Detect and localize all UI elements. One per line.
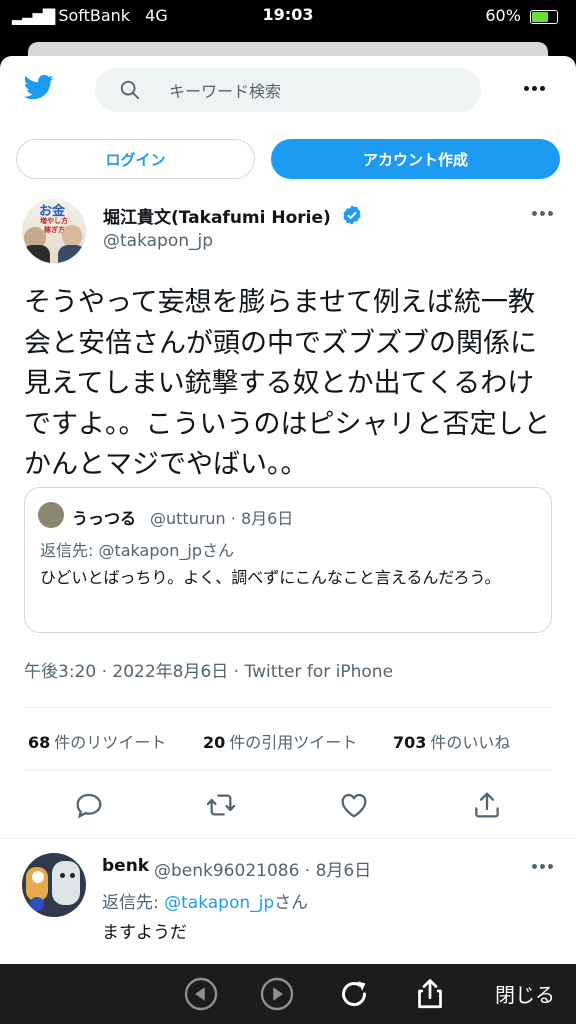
- forward-icon[interactable]: [259, 976, 295, 1012]
- reply-text: ますようだ: [102, 923, 187, 943]
- login-button[interactable]: ログイン: [16, 139, 255, 179]
- reply-mention-link[interactable]: @takapon_jp: [164, 893, 274, 913]
- like-icon[interactable]: [338, 789, 370, 821]
- status-bar: ▂▃▅▇ SoftBank 4G 19:03 60%: [0, 0, 576, 32]
- reply-icon[interactable]: [73, 789, 105, 821]
- author-name[interactable]: 堀江貴文(Takafumi Horie): [103, 203, 331, 228]
- quote-text: ひどいとばっちり。よく、調べずにこんなこと言えるんだろう。: [40, 568, 501, 587]
- quote-stat[interactable]: 20 件の引用ツイート: [203, 729, 357, 753]
- signup-button[interactable]: アカウント作成: [271, 139, 560, 179]
- verified-badge-icon: [343, 205, 361, 225]
- more-options-icon[interactable]: [524, 86, 545, 91]
- retweet-label: 件のリツイート: [54, 733, 167, 752]
- divider: [24, 707, 554, 708]
- reply-author-name[interactable]: benk: [102, 856, 149, 876]
- reply-more-icon[interactable]: [532, 864, 553, 869]
- share-icon[interactable]: [471, 789, 503, 821]
- reload-icon[interactable]: [336, 976, 372, 1012]
- quote-author-name: うっつる: [72, 509, 137, 528]
- tweet-timestamp[interactable]: 午後3:20 · 2022年8月6日 · Twitter for iPhone: [24, 657, 393, 682]
- divider: [0, 838, 576, 839]
- author-avatar[interactable]: お金 増やし方 稼ぎ方: [22, 199, 86, 263]
- search-icon: [120, 80, 140, 100]
- reply-to-suffix: さん: [274, 893, 309, 913]
- battery-indicator: 60%: [485, 6, 558, 25]
- like-label: 件のいいね: [430, 733, 511, 752]
- author-handle[interactable]: @takapon_jp: [103, 231, 213, 251]
- battery-icon: [530, 9, 558, 24]
- retweet-count: 68: [28, 733, 51, 752]
- quote-reply-to: 返信先: @takapon_jpさん: [40, 541, 235, 560]
- reply-meta[interactable]: @benk96021086 · 8月6日: [154, 856, 371, 881]
- search-input[interactable]: [167, 68, 471, 114]
- quote-author-avatar: [38, 502, 64, 528]
- reply-author-avatar[interactable]: [22, 853, 86, 917]
- quote-meta: @utturun · 8月6日: [150, 509, 294, 528]
- quote-label: 件の引用ツイート: [229, 733, 358, 752]
- tweet-text: そうやって妄想を膨らませて例えば統一教会と安倍さんが頭の中でズブズブの関係に見え…: [24, 287, 551, 480]
- twitter-bird-icon[interactable]: [22, 72, 56, 102]
- retweet-stat[interactable]: 68 件のリツイート: [28, 729, 166, 753]
- like-count: 703: [393, 733, 427, 752]
- tweet-more-icon[interactable]: [532, 211, 553, 216]
- like-stat[interactable]: 703 件のいいね: [393, 729, 510, 753]
- back-icon[interactable]: [183, 976, 219, 1012]
- reply-to-prefix: 返信先:: [102, 893, 165, 913]
- share-page-icon[interactable]: [412, 976, 448, 1012]
- search-box[interactable]: [95, 68, 481, 114]
- divider: [24, 770, 554, 771]
- quote-count: 20: [203, 733, 226, 752]
- battery-percent: 60%: [485, 6, 521, 25]
- browser-toolbar: 閉じる: [0, 964, 576, 1024]
- retweet-icon[interactable]: [205, 789, 237, 821]
- close-button[interactable]: 閉じる: [495, 979, 555, 1008]
- reply-to-line: 返信先: @takapon_jpさん: [102, 888, 308, 913]
